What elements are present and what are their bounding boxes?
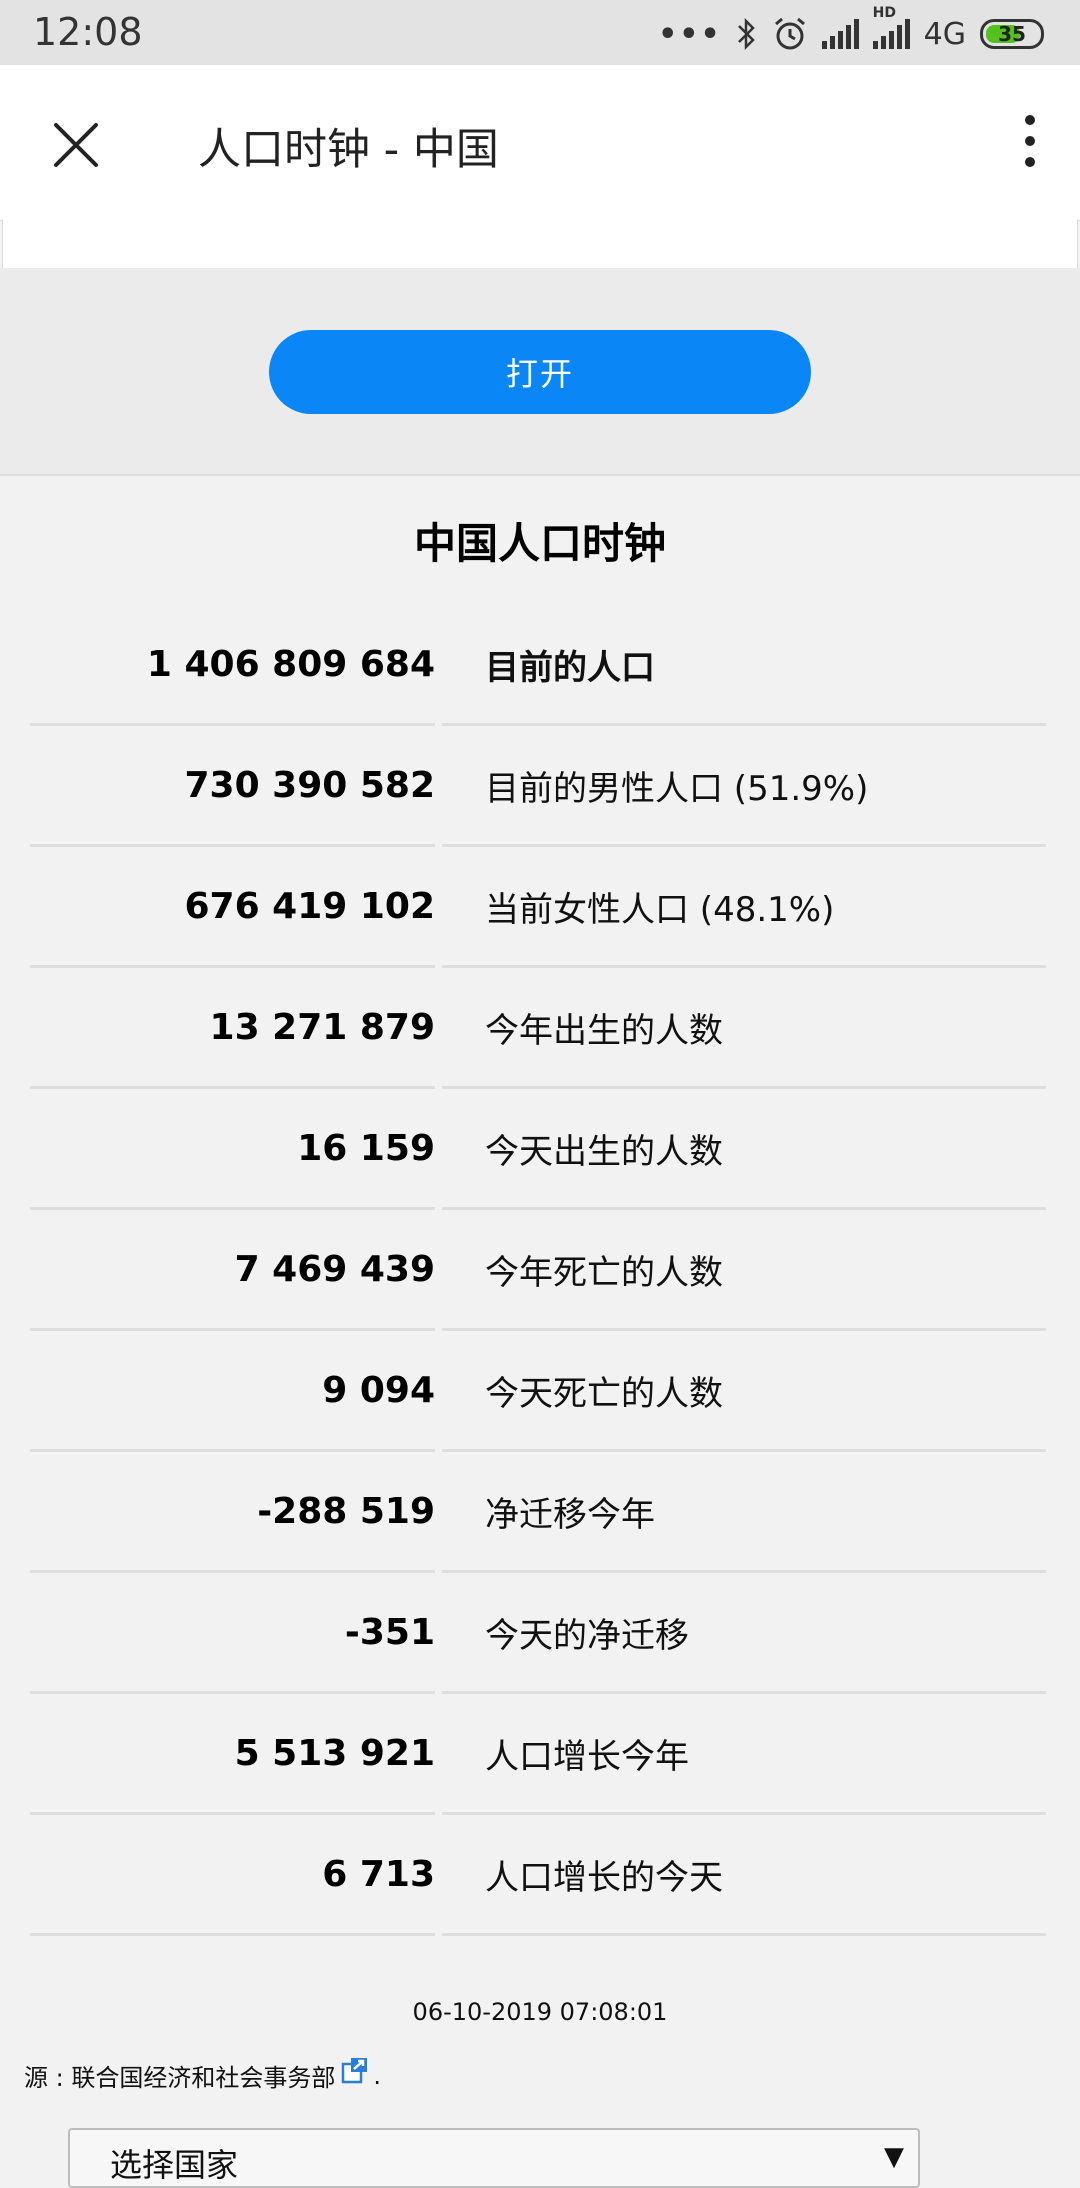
stat-value: 730 390 582 xyxy=(184,764,435,806)
stat-label: 今天出生的人数 xyxy=(442,1089,1046,1210)
table-row: 676 419 102 当前女性人口 (48.1%) xyxy=(30,847,1046,968)
open-app-section: 打开 xyxy=(0,268,1080,476)
source-link[interactable]: 源 : 联合国经济和社会事务部 xyxy=(24,2058,335,2093)
stat-label: 今天死亡的人数 xyxy=(442,1331,1046,1452)
stat-value: -288 519 xyxy=(257,1490,435,1532)
open-button[interactable]: 打开 xyxy=(269,330,811,414)
close-icon[interactable] xyxy=(48,117,104,173)
external-link-icon[interactable] xyxy=(341,2056,369,2084)
stat-label: 人口增长今年 xyxy=(442,1694,1046,1815)
stat-label: 目前的男性人口 (51.9%) xyxy=(442,726,1046,847)
chevron-down-icon: ▼ xyxy=(884,2142,904,2172)
table-row: 13 271 879 今年出生的人数 xyxy=(30,968,1046,1089)
stat-value: 5 513 921 xyxy=(234,1732,435,1774)
stat-label: 净迁移今年 xyxy=(442,1452,1046,1573)
timestamp: 06-10-2019 07:08:01 xyxy=(412,1998,668,2026)
more-notifications-icon: ••• xyxy=(658,16,722,52)
stat-label: 今年死亡的人数 xyxy=(442,1210,1046,1331)
table-row: 9 094 今天死亡的人数 xyxy=(30,1331,1046,1452)
bluetooth-icon xyxy=(737,17,755,51)
stat-value: 9 094 xyxy=(322,1369,435,1411)
status-icons: ••• HD 4G 35 xyxy=(658,5,1044,56)
table-row: 7 469 439 今年死亡的人数 xyxy=(30,1210,1046,1331)
table-row: 730 390 582 目前的男性人口 (51.9%) xyxy=(30,726,1046,847)
source-line: 源 : 联合国经济和社会事务部 . xyxy=(24,2056,381,2093)
table-row: -288 519 净迁移今年 xyxy=(30,1452,1046,1573)
stat-value: 7 469 439 xyxy=(234,1248,435,1290)
status-time: 12:08 xyxy=(33,10,143,54)
battery-level: 35 xyxy=(998,22,1026,46)
page-title: 人口时钟 - 中国 xyxy=(198,125,499,175)
country-select-value: 选择国家 xyxy=(110,2146,239,2184)
stat-label: 今年出生的人数 xyxy=(442,968,1046,1089)
table-row: 16 159 今天出生的人数 xyxy=(30,1089,1046,1210)
table-row: 6 713 人口增长的今天 xyxy=(30,1815,1046,1936)
battery-icon: 35 xyxy=(980,19,1044,49)
stat-value: -351 xyxy=(344,1611,435,1653)
stat-value: 13 271 879 xyxy=(209,1006,435,1048)
source-suffix: . xyxy=(373,2061,381,2090)
stat-value: 1 406 809 684 xyxy=(146,643,435,685)
stat-value: 16 159 xyxy=(297,1127,435,1169)
table-row: -351 今天的净迁移 xyxy=(30,1573,1046,1694)
title-bar: 人口时钟 - 中国 xyxy=(0,65,1080,221)
status-bar: 12:08 ••• HD 4G 35 xyxy=(0,0,1080,65)
more-vert-icon[interactable] xyxy=(1020,115,1040,175)
table-row: 5 513 921 人口增长今年 xyxy=(30,1694,1046,1815)
clock-heading: 中国人口时钟 xyxy=(413,519,666,568)
network-type: 4G xyxy=(923,16,966,52)
population-table: 1 406 809 684 目前的人口 730 390 582 目前的男性人口 … xyxy=(30,605,1046,1936)
stat-label: 人口增长的今天 xyxy=(442,1815,1046,1936)
stat-label: 今天的净迁移 xyxy=(442,1573,1046,1694)
stat-label: 目前的人口 xyxy=(442,605,1046,726)
signal-icon xyxy=(821,19,859,49)
country-select[interactable]: 选择国家 ▼ xyxy=(68,2128,920,2188)
banner-strip xyxy=(2,220,1078,268)
alarm-icon xyxy=(774,17,805,50)
stat-value: 6 713 xyxy=(322,1853,435,1895)
hd-label: HD xyxy=(872,5,896,21)
stat-label: 当前女性人口 (48.1%) xyxy=(442,847,1046,968)
hd-signal-icon: HD xyxy=(872,5,910,49)
table-row: 1 406 809 684 目前的人口 xyxy=(30,605,1046,726)
stat-value: 676 419 102 xyxy=(184,885,435,927)
